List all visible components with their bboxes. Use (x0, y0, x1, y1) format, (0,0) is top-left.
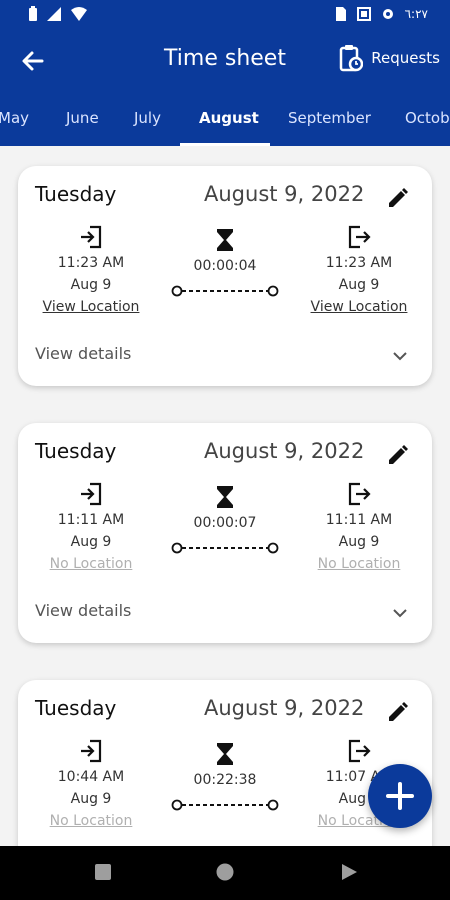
check-out-location-link[interactable]: View Location (294, 296, 424, 318)
timesheet-card: Tuesday August 9, 2022 11:23 AM Aug 9 Vi… (18, 166, 432, 386)
check-out-time: 11:23 AM (325, 255, 393, 271)
card-date: August 9, 2022 (204, 182, 365, 206)
check-in-column: 11:11 AM Aug 9 No Location (26, 481, 156, 575)
check-in-column: 11:23 AM Aug 9 View Location (26, 224, 156, 318)
duration-column: 00:00:07 (168, 485, 282, 555)
card-day: Tuesday (35, 696, 117, 720)
logout-icon (348, 482, 371, 506)
tab-may[interactable]: May (0, 109, 29, 127)
status-icons-right: ٦:٢٧ (335, 6, 428, 22)
duration-column: 00:00:04 (168, 228, 282, 298)
edit-pencil-icon[interactable] (386, 443, 410, 467)
check-in-date: Aug 9 (70, 534, 112, 550)
check-in-time: 10:44 AM (57, 769, 125, 785)
check-out-time: 11:11 AM (325, 512, 393, 528)
check-in-location-link: No Location (49, 556, 133, 572)
duration-text: 00:00:07 (193, 515, 257, 531)
wifi-icon (71, 7, 87, 21)
tab-october[interactable]: October (405, 109, 450, 127)
hourglass-icon (217, 486, 233, 508)
login-icon (81, 739, 102, 763)
app-bar: Time sheet Requests (0, 30, 450, 92)
requests-label: Requests (371, 49, 440, 67)
duration-text: 00:00:04 (193, 258, 257, 274)
tab-september[interactable]: September (288, 109, 371, 127)
settings-icon (382, 9, 393, 19)
back-nav-icon[interactable] (340, 863, 358, 881)
tab-july[interactable]: July (134, 109, 161, 127)
logout-icon (348, 225, 371, 249)
plus-icon (386, 782, 414, 810)
timeline-track-icon (171, 285, 279, 297)
timeline-track-icon (171, 799, 279, 811)
hourglass-icon (217, 743, 233, 765)
card-day: Tuesday (35, 182, 117, 206)
card-date: August 9, 2022 (204, 439, 365, 463)
status-bar: ٦:٢٧ (0, 0, 450, 30)
check-in-date: Aug 9 (70, 791, 112, 807)
timeline-track-icon (171, 542, 279, 554)
view-details-button[interactable]: View details (35, 344, 131, 363)
check-in-time: 11:23 AM (57, 255, 125, 271)
check-out-column: 11:11 AM Aug 9 No Location (294, 481, 424, 575)
check-out-column: 11:23 AM Aug 9 View Location (294, 224, 424, 318)
active-tab-indicator (180, 143, 270, 146)
edit-pencil-icon[interactable] (386, 700, 410, 724)
check-in-column: 10:44 AM Aug 9 No Location (26, 738, 156, 832)
status-time: ٦:٢٧ (404, 7, 428, 21)
check-in-date: Aug 9 (70, 277, 112, 293)
sim-icon (335, 7, 346, 21)
check-in-location-link[interactable]: View Location (26, 296, 156, 318)
status-icons-left (28, 6, 88, 22)
logout-icon (348, 739, 371, 763)
card-day: Tuesday (35, 439, 117, 463)
add-fab-button[interactable] (368, 764, 432, 828)
check-out-location-link: No Location (317, 556, 401, 572)
tab-august[interactable]: August (199, 109, 259, 127)
edit-pencil-icon[interactable] (386, 186, 410, 210)
home-icon[interactable] (216, 863, 234, 881)
image-icon (356, 7, 371, 21)
login-icon (81, 225, 102, 249)
check-out-date: Aug 9 (338, 277, 380, 293)
tab-june[interactable]: June (66, 109, 99, 127)
check-in-location-link: No Location (49, 813, 133, 829)
duration-text: 00:22:38 (193, 772, 257, 788)
card-date: August 9, 2022 (204, 696, 365, 720)
timesheet-card: Tuesday August 9, 2022 11:11 AM Aug 9 No… (18, 423, 432, 643)
signal-icon (47, 7, 61, 21)
check-out-date: Aug 9 (338, 534, 380, 550)
view-details-button[interactable]: View details (35, 601, 131, 620)
chevron-down-icon[interactable] (390, 346, 410, 366)
recents-icon[interactable] (94, 863, 112, 881)
check-in-time: 11:11 AM (57, 512, 125, 528)
system-nav-bar (0, 846, 450, 900)
chevron-down-icon[interactable] (390, 603, 410, 623)
battery-icon (29, 6, 37, 21)
hourglass-icon (217, 229, 233, 251)
login-icon (81, 482, 102, 506)
clipboard-clock-icon (340, 45, 364, 72)
requests-button[interactable]: Requests (339, 44, 440, 72)
duration-column: 00:22:38 (168, 742, 282, 812)
month-tabs: May June July August September October (0, 92, 450, 146)
